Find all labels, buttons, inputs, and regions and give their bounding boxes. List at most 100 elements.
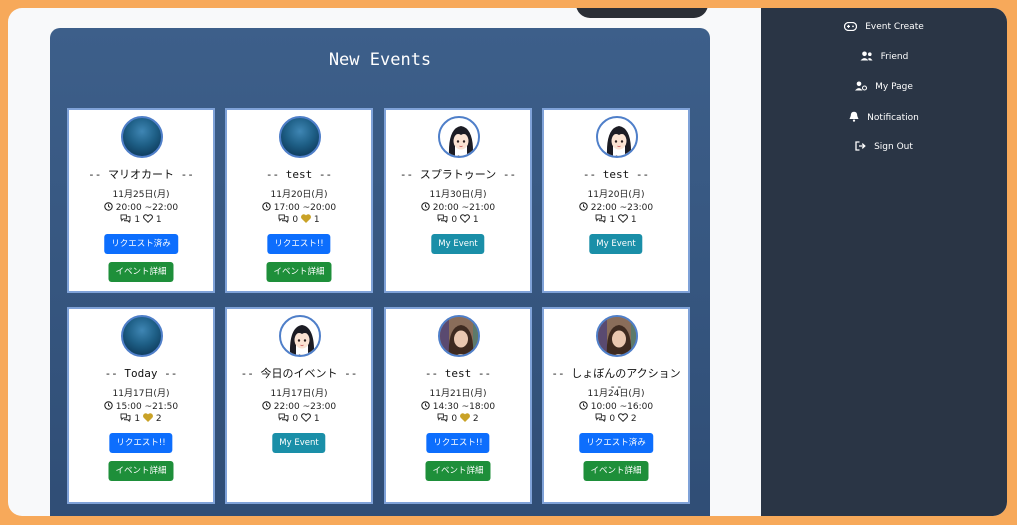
request-button[interactable]: リクエスト!! (426, 433, 490, 453)
host-avatar[interactable] (438, 315, 480, 357)
sidebar: Event Create Friend My Page Notification (761, 8, 1007, 516)
comment-count: 0 (292, 414, 299, 424)
photo-avatar-art (440, 317, 478, 355)
request-button[interactable]: リクエスト!! (109, 433, 173, 453)
event-card[interactable]: -- test -- 11月21日(月) 14:30 ~18:00 0 2 リクエス… (384, 307, 532, 504)
event-date: 11月21日(月) (429, 389, 487, 399)
event-date: 11月17日(月) (112, 389, 170, 399)
clock-icon (421, 401, 430, 410)
event-stats-row: 1 1 (544, 214, 688, 226)
comment-count: 1 (134, 215, 141, 225)
event-card[interactable]: -- test -- 11月20日(月) 22:00 ~23:00 1 1 My E… (542, 108, 690, 293)
comments-icon (121, 214, 131, 223)
host-avatar[interactable] (279, 315, 321, 357)
like-count: 1 (313, 414, 320, 424)
request-button[interactable]: リクエスト!! (267, 234, 331, 254)
sidebar-item-label: Notification (867, 113, 919, 123)
event-stats-row: 0 1 (227, 413, 371, 425)
event-date: 11月17日(月) (270, 389, 328, 399)
event-stats-row: 0 2 (386, 413, 530, 425)
new-events-panel: New Events -- マリオカート -- 11月25日(月) 20:00 ~… (50, 28, 710, 516)
clock-icon (421, 202, 430, 211)
photo-avatar-art (598, 317, 636, 355)
gamepad-icon (844, 22, 858, 31)
event-time: 20:00 ~22:00 (115, 203, 179, 213)
event-stats-row: 0 1 (386, 214, 530, 226)
sidebar-item-label: My Page (875, 82, 913, 92)
sidebar-item-sign-out[interactable]: Sign Out (761, 141, 1007, 153)
event-card[interactable]: -- しょぼんのアクション -- 11月24日(月) 10:00 ~16:00 0… (542, 307, 690, 504)
anime-girl-avatar-art (289, 325, 315, 355)
event-card[interactable]: -- Today -- 11月17日(月) 15:00 ~21:50 1 2 リクエ… (67, 307, 215, 504)
event-title: -- マリオカート -- (88, 168, 194, 181)
like-count: 1 (630, 215, 637, 225)
heart-icon[interactable] (617, 214, 628, 223)
my-event-button[interactable]: My Event (589, 234, 643, 254)
event-title: -- test -- (265, 168, 333, 181)
host-avatar[interactable] (121, 116, 163, 158)
my-event-button[interactable]: My Event (431, 234, 485, 254)
event-time: 20:00 ~21:00 (432, 203, 496, 213)
event-card[interactable]: -- 今日のイベント -- 11月17日(月) 22:00 ~23:00 0 1 M… (225, 307, 373, 504)
event-detail-button[interactable]: イベント詳細 (108, 262, 174, 282)
heart-icon[interactable] (459, 413, 470, 422)
heart-icon[interactable] (617, 413, 628, 422)
like-count: 2 (155, 414, 162, 424)
comment-count: 1 (609, 215, 616, 225)
event-detail-button[interactable]: イベント詳細 (425, 461, 491, 481)
event-detail-button[interactable]: イベント詳細 (108, 461, 174, 481)
event-date: 11月24日(月) (587, 389, 645, 399)
host-avatar[interactable] (279, 116, 321, 158)
heart-icon[interactable] (300, 214, 311, 223)
event-time-row: 14:30 ~18:00 (386, 401, 530, 413)
like-count: 1 (472, 215, 479, 225)
heart-icon[interactable] (300, 413, 311, 422)
my-event-button[interactable]: My Event (272, 433, 326, 453)
event-time: 17:00 ~20:00 (273, 203, 337, 213)
event-card[interactable]: -- test -- 11月20日(月) 17:00 ~20:00 0 1 リクエス… (225, 108, 373, 293)
sidebar-item-label: Friend (880, 52, 909, 62)
comment-count: 0 (609, 414, 616, 424)
event-card[interactable]: -- スプラトゥーン -- 11月30日(月) 20:00 ~21:00 0 1 M… (384, 108, 532, 293)
user-gear-icon (855, 81, 868, 91)
event-date: 11月30日(月) (429, 190, 487, 200)
sidebar-item-friend[interactable]: Friend (761, 51, 1007, 63)
host-avatar[interactable] (438, 116, 480, 158)
event-card[interactable]: -- マリオカート -- 11月25日(月) 20:00 ~22:00 1 1 リク… (67, 108, 215, 293)
heart-icon[interactable] (459, 214, 470, 223)
clock-icon (579, 202, 588, 211)
comment-count: 1 (134, 414, 141, 424)
users-icon (860, 51, 873, 61)
event-time-row: 20:00 ~21:00 (386, 202, 530, 214)
event-title: -- スプラトゥーン -- (399, 168, 517, 181)
heart-icon[interactable] (142, 413, 153, 422)
host-avatar[interactable] (596, 116, 638, 158)
request-button[interactable]: リクエスト済み (579, 433, 653, 453)
comments-icon (438, 214, 448, 223)
event-detail-button[interactable]: イベント詳細 (266, 262, 332, 282)
like-count: 1 (155, 215, 162, 225)
clock-icon (104, 401, 113, 410)
event-date: 11月25日(月) (112, 190, 170, 200)
like-count: 2 (630, 414, 637, 424)
clock-icon (104, 202, 113, 211)
event-title: -- test -- (424, 367, 492, 380)
request-button[interactable]: リクエスト済み (104, 234, 178, 254)
comment-count: 0 (451, 414, 458, 424)
sidebar-item-event-create[interactable]: Event Create (761, 21, 1007, 33)
comments-icon (279, 413, 289, 422)
heart-icon[interactable] (142, 214, 153, 223)
sidebar-item-my-page[interactable]: My Page (761, 81, 1007, 93)
clock-icon (579, 401, 588, 410)
top-bar-tab (576, 8, 708, 18)
event-detail-button[interactable]: イベント詳細 (583, 461, 649, 481)
like-count: 2 (472, 414, 479, 424)
clock-icon (262, 401, 271, 410)
comment-count: 0 (451, 215, 458, 225)
event-title: -- test -- (582, 168, 650, 181)
event-time-row: 22:00 ~23:00 (544, 202, 688, 214)
host-avatar[interactable] (121, 315, 163, 357)
host-avatar[interactable] (596, 315, 638, 357)
sidebar-item-notification[interactable]: Notification (761, 111, 1007, 124)
sidebar-item-label: Sign Out (874, 142, 913, 152)
